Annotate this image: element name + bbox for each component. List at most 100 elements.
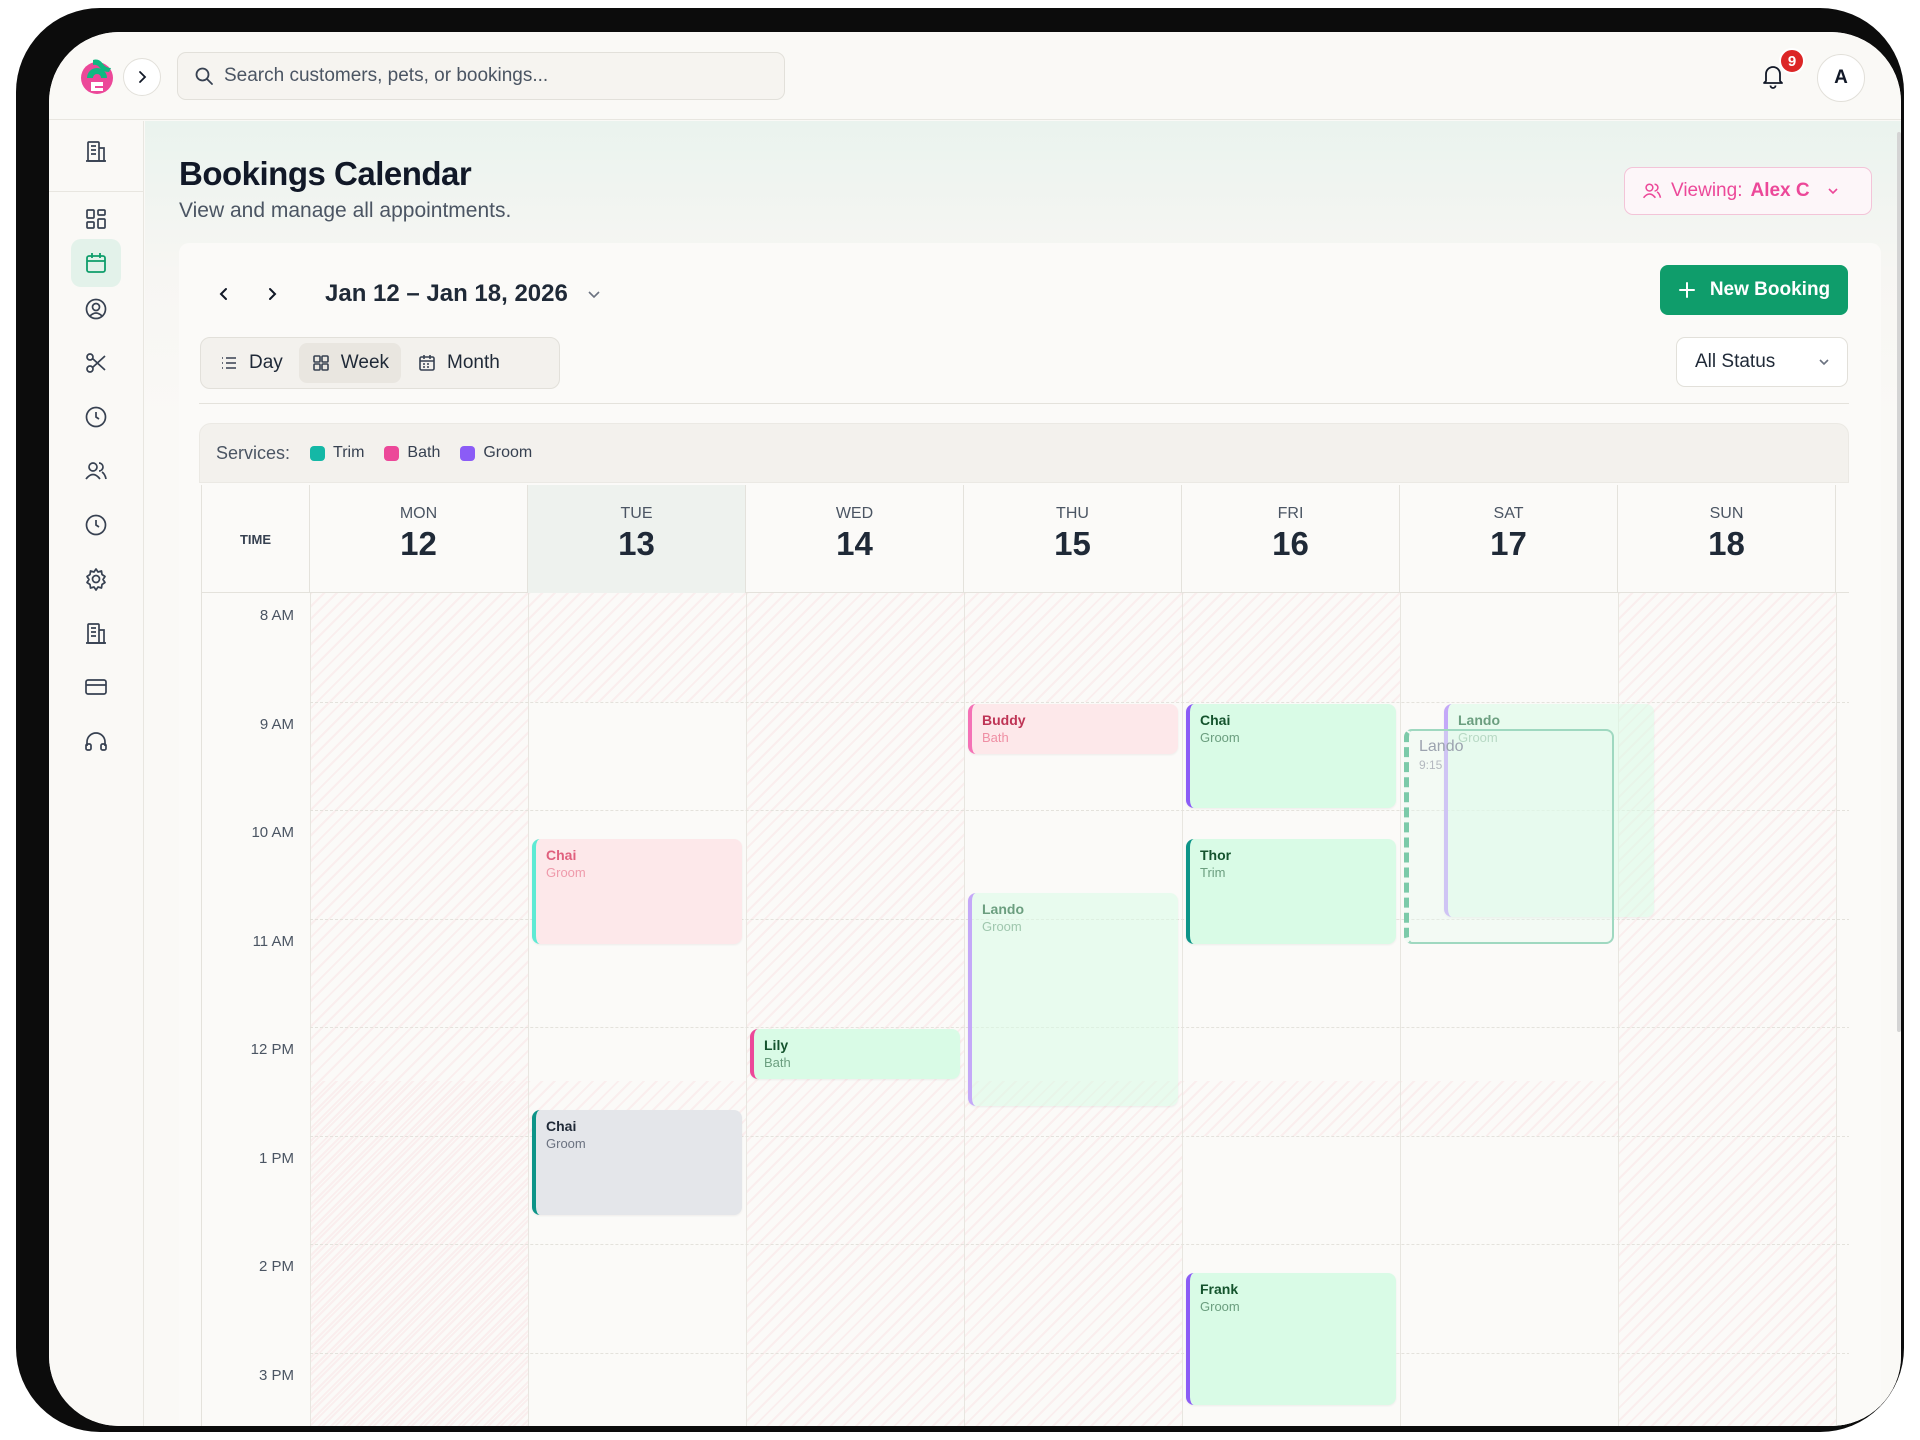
sidebar-item-staff[interactable] [71, 447, 121, 495]
status-filter-value: All Status [1695, 351, 1776, 372]
booking-pet-name: Lando [1458, 711, 1500, 728]
status-filter-select[interactable]: All Status [1676, 337, 1848, 387]
booking-event-chai[interactable]: Chai Groom [1186, 703, 1396, 808]
day-number: 18 [1708, 525, 1745, 562]
hour-label: 10 AM [251, 824, 294, 841]
booking-pet-name: Chai [1200, 711, 1231, 728]
user-avatar[interactable]: A [1817, 54, 1865, 102]
sidebar-item-history[interactable] [71, 393, 121, 441]
day-header-mon[interactable]: MON 12 [310, 485, 528, 593]
unavailable-slot [964, 1081, 1182, 1426]
column-divider [1400, 593, 1401, 1426]
unavailable-slot [310, 1081, 528, 1426]
booking-event-thor[interactable]: Thor Trim [1186, 839, 1396, 944]
new-booking-label: New Booking [1709, 279, 1831, 300]
sidebar-item-schedule[interactable] [71, 501, 121, 549]
booking-service: Groom [1200, 729, 1240, 745]
column-divider [310, 593, 311, 1426]
hour-label: 3 PM [258, 1366, 294, 1384]
new-booking-button[interactable]: New Booking [1660, 265, 1848, 315]
sidebar-item-support[interactable] [71, 717, 121, 765]
sidebar-item-calendar[interactable] [71, 239, 121, 287]
page-title: Bookings Calendar [179, 155, 472, 192]
booking-pet-name: Buddy [982, 711, 1026, 728]
sidebar-item-settings[interactable] [71, 555, 121, 603]
day-name: FRI [1277, 505, 1304, 522]
notification-badge: 9 [1779, 48, 1805, 74]
sidebar-expand-button[interactable] [123, 58, 161, 96]
drag-preview-pet: Lando [1419, 737, 1464, 755]
legend-item-bath: Bath [384, 444, 440, 462]
hour-label: 12 PM [250, 1041, 294, 1058]
booking-event-chai[interactable]: Chai Groom [532, 1110, 742, 1215]
booking-event-frank[interactable]: Frank Groom [1186, 1273, 1396, 1405]
booking-event-lily[interactable]: Lily Bath [750, 1029, 960, 1080]
services-label: Services: [216, 442, 291, 463]
view-day-label: Day [249, 352, 283, 373]
legend-label: Trim [333, 444, 365, 461]
booking-drag-preview[interactable]: Lando 9:15 [1404, 728, 1614, 944]
sidebar-item-dashboard[interactable] [71, 195, 121, 243]
page-scrollbar[interactable] [1897, 132, 1901, 1032]
day-header-wed[interactable]: WED 14 [746, 485, 964, 593]
booking-pet-name: Frank [1200, 1281, 1239, 1298]
sidebar-item-customers[interactable] [71, 285, 121, 333]
view-day-button[interactable]: Day [207, 343, 295, 383]
next-week-button[interactable] [257, 279, 287, 309]
services-legend: Services: Trim Bath Groom [199, 423, 1849, 483]
booking-service: Bath [982, 729, 1009, 745]
booking-service: Groom [546, 1136, 586, 1152]
chevron-down-icon [1828, 188, 1838, 195]
hour-label: 11 AM [252, 932, 294, 950]
date-range-label: Jan 12 – Jan 18, 2026 [325, 280, 568, 307]
day-header-sun[interactable]: SUN 18 [1618, 485, 1836, 593]
view-week-button[interactable]: Week [298, 343, 402, 383]
chevron-left-icon [219, 288, 227, 300]
main-content: Bookings Calendar View and manage all ap… [145, 121, 1901, 1426]
booking-pet-name: Chai [546, 847, 577, 864]
search-icon [195, 67, 213, 85]
booking-event-lando[interactable]: Lando Groom [968, 893, 1178, 1107]
chevron-right-icon [269, 288, 277, 300]
clock-icon [85, 514, 107, 536]
clock-icon [85, 406, 107, 428]
day-name: MON [399, 505, 438, 522]
booking-event-chai[interactable]: Chai Groom [532, 839, 742, 944]
day-name: WED [835, 505, 874, 522]
legend-swatch [310, 445, 326, 461]
app-logo[interactable] [77, 56, 117, 96]
sidebar-item-business[interactable] [71, 127, 121, 175]
day-number: 12 [400, 525, 437, 562]
booking-event-buddy[interactable]: Buddy Bath [968, 703, 1178, 754]
viewing-staff-select[interactable]: Viewing: Alex C [1624, 167, 1872, 215]
unavailable-slot [1182, 1081, 1400, 1136]
legend-item-trim: Trim [310, 444, 364, 462]
unavailable-slot [1400, 1081, 1618, 1136]
column-divider [528, 593, 529, 1426]
unavailable-slot [1182, 593, 1400, 702]
unavailable-slot [964, 593, 1182, 702]
view-week-label: Week [340, 352, 390, 373]
calendar-card: Jan 12 – Jan 18, 2026 New Booking Day We… [179, 243, 1881, 1426]
viewing-name: Alex C [1750, 180, 1810, 201]
booking-service: Groom [982, 919, 1022, 935]
sidebar-item-billing[interactable] [71, 663, 121, 711]
booking-pet-name: Lando [982, 901, 1024, 918]
search-input[interactable] [224, 65, 764, 87]
booking-pet-name: Lily [764, 1037, 789, 1053]
previous-week-button[interactable] [209, 279, 239, 309]
date-range-picker[interactable]: Jan 12 – Jan 18, 2026 [325, 280, 602, 308]
hour-gridline [310, 1244, 1849, 1245]
day-header-sat[interactable]: SAT 17 [1400, 485, 1618, 593]
sidebar-item-services[interactable] [71, 339, 121, 387]
day-header-thu[interactable]: THU 15 [964, 485, 1182, 593]
top-bar: 9 A [49, 32, 1901, 120]
search-bar[interactable] [177, 52, 785, 100]
view-month-button[interactable]: Month [405, 343, 512, 383]
calendar-body: 8 AM 9 AM 10 AM 11 AM 12 PM 1 PM 2 PM 3 PM Buddy… [202, 593, 1849, 1426]
list-icon [222, 357, 236, 369]
day-header-fri[interactable]: FRI 16 [1182, 485, 1400, 593]
hour-label: 2 PM [258, 1258, 294, 1275]
sidebar-item-locations[interactable] [71, 609, 121, 657]
day-header-tue[interactable]: TUE 13 [528, 485, 746, 593]
